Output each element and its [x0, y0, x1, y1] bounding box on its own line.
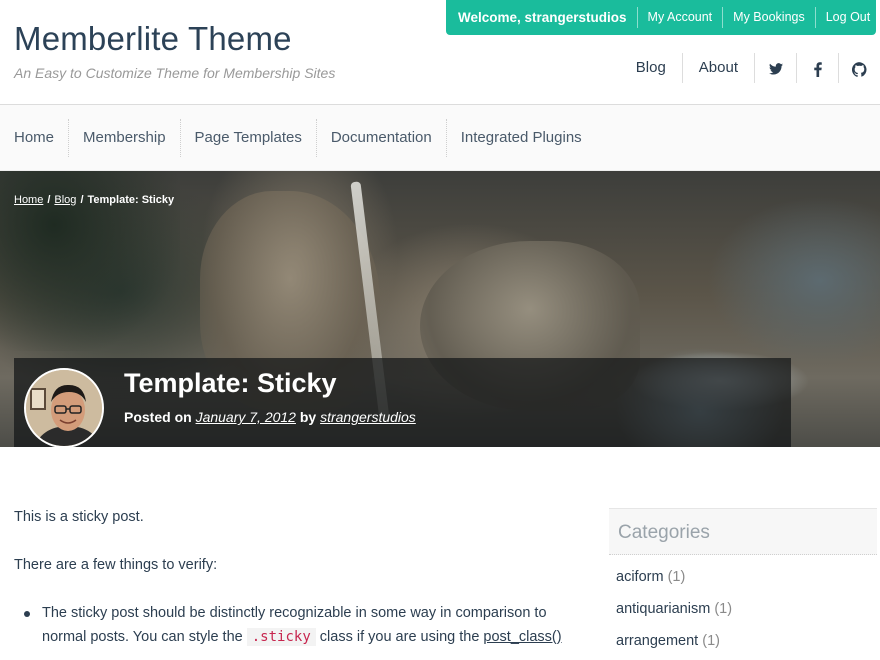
main-nav-page-templates[interactable]: Page Templates	[179, 118, 316, 157]
site-header: Memberlite Theme An Easy to Customize Th…	[0, 0, 880, 105]
breadcrumb-current: Template: Sticky	[87, 194, 175, 206]
content-list: The sticky post should be distinctly rec…	[14, 601, 574, 649]
breadcrumb-blog-link[interactable]: Blog	[54, 194, 76, 206]
facebook-icon[interactable]	[796, 53, 838, 83]
site-title[interactable]: Memberlite Theme	[14, 20, 292, 58]
category-count: (1)	[714, 601, 733, 617]
content-paragraph: There are a few things to verify:	[14, 557, 218, 573]
widget-title: Categories	[609, 508, 877, 555]
github-icon[interactable]	[838, 53, 880, 83]
nav-item-blog[interactable]: Blog	[620, 53, 682, 83]
category-item: aciform (1)	[616, 561, 877, 593]
main-nav-home[interactable]: Home	[0, 119, 68, 157]
twitter-icon[interactable]	[754, 53, 796, 83]
category-item: antiquarianism (1)	[616, 593, 877, 625]
breadcrumb-separator: /	[80, 194, 84, 206]
main-nav: Home Membership Page Templates Documenta…	[0, 105, 880, 171]
author-link[interactable]: strangerstudios	[320, 409, 416, 425]
category-link-antiquarianism[interactable]: antiquarianism	[616, 601, 710, 617]
category-list: aciform (1) antiquarianism (1) arrangeme…	[609, 561, 877, 657]
nav-item-about[interactable]: About	[681, 53, 754, 83]
breadcrumb-home-link[interactable]: Home	[14, 194, 43, 206]
secondary-nav: Blog About	[620, 51, 880, 85]
list-item-text: class if you are using the	[319, 629, 480, 645]
member-bar: Welcome, strangerstudios My Account My B…	[446, 0, 876, 35]
entry-header: Template: Sticky Posted on January 7, 20…	[14, 358, 791, 447]
my-account-link[interactable]: My Account	[638, 7, 724, 28]
category-count: (1)	[702, 633, 720, 649]
main-nav-documentation[interactable]: Documentation	[315, 118, 446, 157]
post-date-link[interactable]: January 7, 2012	[196, 409, 296, 425]
sticky-class-code: .sticky	[246, 628, 316, 646]
posted-on-label: Posted on	[124, 409, 192, 425]
breadcrumb: Home / Blog / Template: Sticky	[14, 194, 174, 206]
site-description: An Easy to Customize Theme for Membershi…	[14, 65, 336, 81]
breadcrumb-separator: /	[47, 194, 51, 206]
log-out-link[interactable]: Log Out	[816, 7, 880, 28]
content-paragraph: This is a sticky post.	[14, 509, 144, 525]
welcome-user-link[interactable]: Welcome, strangerstudios	[446, 7, 638, 28]
list-item: The sticky post should be distinctly rec…	[14, 601, 574, 649]
category-count: (1)	[667, 569, 686, 585]
category-item: arrangement (1)	[616, 625, 877, 657]
hero-banner: Home / Blog / Template: Sticky Template: Sti…	[0, 171, 880, 447]
author-avatar[interactable]	[24, 368, 104, 447]
entry-meta: Posted on January 7, 2012 by strangerstu…	[124, 409, 416, 425]
category-link-aciform[interactable]: aciform	[616, 569, 664, 585]
entry-title: Template: Sticky	[124, 368, 337, 398]
main-nav-membership[interactable]: Membership	[68, 118, 180, 157]
main-nav-integrated-plugins[interactable]: Integrated Plugins	[445, 118, 596, 157]
my-bookings-link[interactable]: My Bookings	[723, 7, 816, 28]
categories-widget: Categories aciform (1) antiquarianism (1…	[609, 508, 877, 657]
by-label: by	[299, 409, 317, 425]
entry-content: This is a sticky post. There are a few t…	[14, 505, 574, 649]
post-class-link[interactable]: post_class()	[483, 629, 561, 645]
category-link-arrangement[interactable]: arrangement	[616, 633, 698, 649]
